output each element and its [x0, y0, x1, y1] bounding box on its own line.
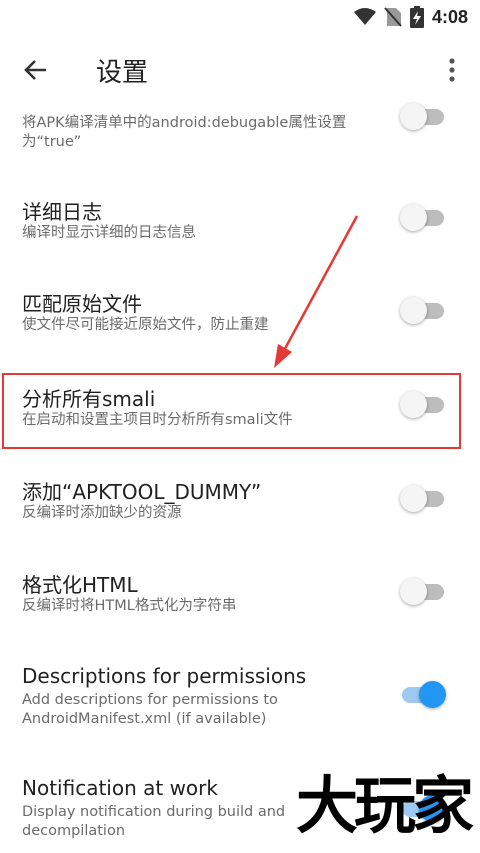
- setting-subtitle: 反编译时将HTML格式化为字符串: [22, 598, 237, 614]
- debuggable-switch[interactable]: [400, 96, 444, 138]
- setting-title: 格式化HTML: [22, 573, 138, 597]
- switch-thumb: [400, 485, 427, 512]
- setting-title: 匹配原始文件: [22, 292, 142, 316]
- setting-title: 详细日志: [22, 200, 102, 224]
- verbose-log-switch[interactable]: [400, 197, 444, 239]
- status-time: 4:08: [431, 6, 468, 27]
- setting-title: Descriptions for permissions: [22, 664, 307, 688]
- highlight-box: [2, 373, 461, 449]
- setting-title: 添加“APKTOOL_DUMMY”: [22, 480, 262, 504]
- apktool-dummy-switch[interactable]: [400, 478, 444, 520]
- page-title: 设置: [96, 58, 149, 88]
- switch-thumb: [400, 103, 427, 130]
- status-bar: 4:08: [0, 0, 480, 34]
- battery-charging-icon: [409, 6, 424, 28]
- permission-descriptions-switch[interactable]: [400, 674, 446, 716]
- setting-title: Notification at work: [22, 776, 218, 800]
- setting-item-debuggable[interactable]: 将APK编译清单中的android:debugable属性设置为“true”: [0, 103, 480, 170]
- switch-thumb: [400, 297, 427, 324]
- setting-item-match-original[interactable]: 匹配原始文件 使文件尽可能接近原始文件，防止重建: [0, 280, 480, 360]
- back-arrow-icon[interactable]: [20, 54, 52, 86]
- format-html-switch[interactable]: [400, 571, 444, 613]
- no-sim-icon: [384, 7, 402, 27]
- more-vert-icon[interactable]: [442, 56, 462, 84]
- setting-subtitle: 使文件尽可能接近原始文件，防止重建: [22, 317, 269, 333]
- watermark-logo: 大玩家: [295, 769, 474, 842]
- switch-thumb: [400, 204, 427, 231]
- setting-item-format-html[interactable]: 格式化HTML 反编译时将HTML格式化为字符串: [0, 561, 480, 641]
- setting-item-permission-descriptions[interactable]: Descriptions for permissions Add descrip…: [0, 656, 480, 746]
- switch-thumb: [419, 681, 446, 708]
- setting-item-apktool-dummy[interactable]: 添加“APKTOOL_DUMMY” 反编译时添加缺少的资源: [0, 468, 480, 548]
- setting-subtitle: 编译时显示详细的日志信息: [22, 225, 196, 241]
- setting-subtitle: Add descriptions for permissions to Andr…: [22, 692, 278, 727]
- match-original-switch[interactable]: [400, 290, 444, 332]
- switch-thumb: [400, 578, 427, 605]
- setting-subtitle: 将APK编译清单中的android:debugable属性设置为“true”: [22, 115, 347, 150]
- wifi-icon: [353, 8, 376, 25]
- setting-item-verbose-log[interactable]: 详细日志 编译时显示详细的日志信息: [0, 188, 480, 268]
- setting-subtitle: 反编译时添加缺少的资源: [22, 505, 182, 521]
